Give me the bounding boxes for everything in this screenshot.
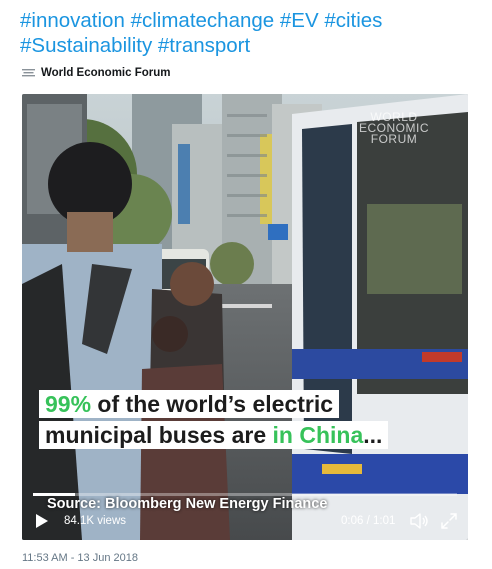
caption-line: municipal buses are in China... [39,421,389,449]
hashtag-link[interactable]: #EV [280,9,319,32]
hashtag-link[interactable]: #climatechange [131,9,275,32]
video-caption: 99% of the world’s electric municipal bu… [39,390,389,452]
hashtag-link[interactable]: #innovation [20,9,125,32]
caption-text: municipal buses are [45,422,273,448]
video-watermark: WORLD ECONOMIC FORUM [359,110,429,146]
play-icon[interactable] [35,513,49,529]
duration: 1:01 [372,515,396,527]
tweet-timestamp[interactable]: 11:53 AM - 13 Jun 2018 [22,552,138,564]
source-name[interactable]: World Economic Forum [41,67,171,79]
caption-highlight: in China [272,422,364,448]
tweet-hashtags: #innovation #climatechange #EV #cities #S… [20,8,480,58]
hashtag-link[interactable]: #cities [324,9,382,32]
caption-source: Source: Bloomberg New Energy Finance [47,496,328,512]
time-display: 0:06 / 1:01 [341,515,396,527]
hashtag-link[interactable]: #Sustainability [20,34,152,57]
caption-highlight: 99% [45,391,92,417]
video-frame [22,94,468,540]
wef-logo-icon [22,69,35,77]
current-time: 0:06 [341,515,364,527]
tweet-source[interactable]: World Economic Forum [22,65,171,81]
fullscreen-icon[interactable] [440,512,458,530]
video-player[interactable]: WORLD ECONOMIC FORUM 99% of the world’s … [22,94,468,540]
view-count: 84.1K views [64,515,127,527]
hashtag-link[interactable]: #transport [158,34,250,57]
volume-icon[interactable] [409,512,429,530]
caption-text: of the world’s electric [91,391,334,417]
caption-text: ... [363,422,383,448]
caption-line: 99% of the world’s electric [39,390,340,418]
